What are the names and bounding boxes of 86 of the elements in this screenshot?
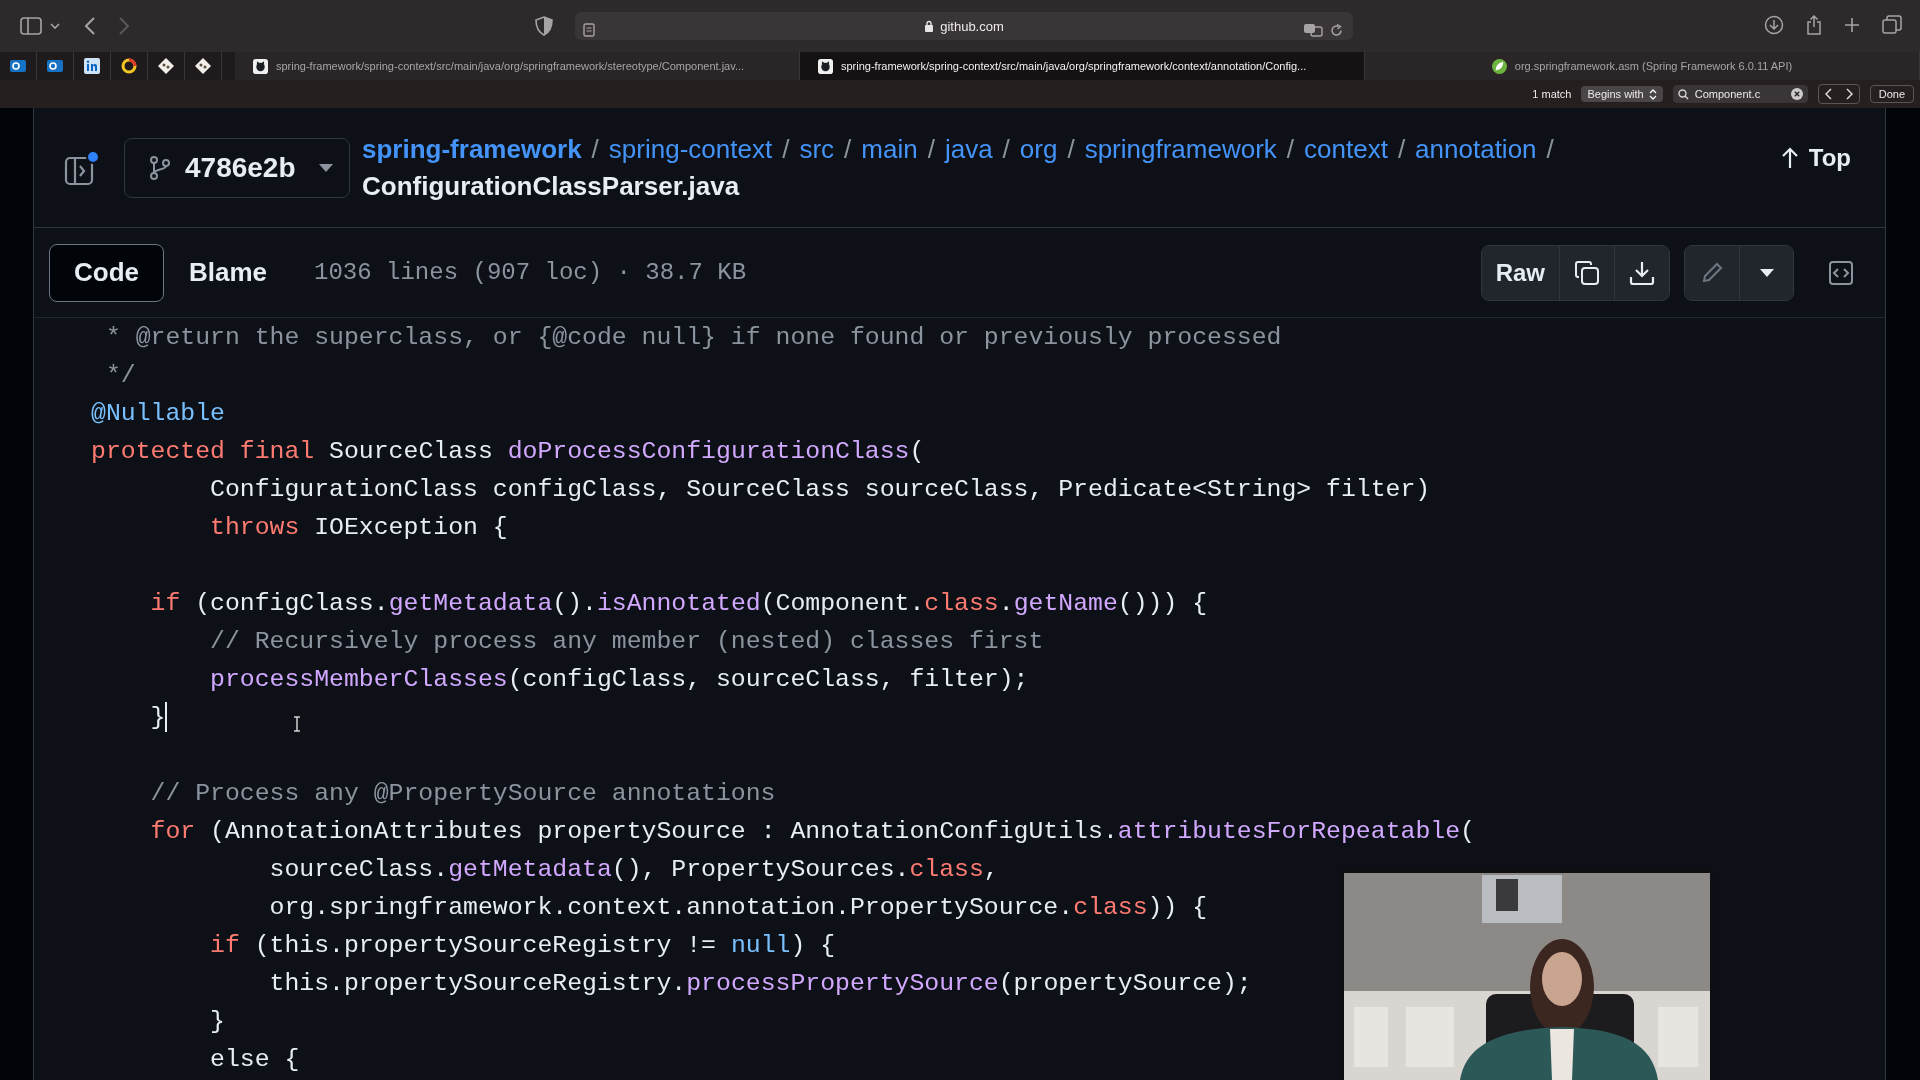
code-line: * @return the superclass, or {@code null} if none found or previously processed — [104, 322, 1282, 353]
match-count: 1 match — [1532, 88, 1572, 100]
code-line: this.propertySourceRegistry.processPropertySource(propertySource); — [268, 968, 1252, 999]
browser-tab[interactable]: org.springframework.asm (Spring Framework 6.0.11 API) — [1365, 52, 1920, 80]
code-line: throws IOException { — [209, 512, 508, 543]
diamond-app-icon[interactable] — [158, 58, 174, 74]
breadcrumb-link[interactable]: annotation — [1415, 133, 1537, 165]
caret-icon — [1759, 268, 1774, 277]
file-info: 1036 lines (907 loc) · 38.7 KB — [314, 259, 748, 286]
download-button[interactable] — [1614, 245, 1669, 300]
address-text: github.com — [940, 18, 1004, 34]
arrow-up-icon — [1780, 147, 1799, 169]
reload-icon[interactable] — [1330, 24, 1343, 37]
path-separator: / — [782, 133, 790, 165]
path-separator: / — [1397, 133, 1406, 165]
view-tab[interactable]: Blame — [164, 243, 293, 302]
code-line: else { — [209, 1044, 300, 1075]
match-mode-dropdown[interactable]: Begins with — [1581, 86, 1663, 102]
browser-tab[interactable]: spring-framework/spring-context/src/main/java/org/springframework/context/annotation/Config... — [800, 52, 1365, 80]
plus-icon[interactable] — [1844, 17, 1860, 33]
breadcrumb-link[interactable]: org — [1019, 133, 1058, 165]
leaf-logo-icon — [1491, 58, 1507, 74]
copy-icon — [1574, 259, 1600, 286]
path-separator: / — [591, 133, 599, 165]
sidebar-toggle-icon[interactable] — [64, 149, 100, 186]
back-icon[interactable] — [84, 17, 96, 35]
tabs-overview-icon[interactable] — [1882, 15, 1902, 35]
download-icon[interactable] — [1764, 15, 1784, 35]
up-down-arrows-icon — [1648, 88, 1657, 100]
file-name: ConfigurationClassParser.java — [362, 170, 740, 202]
diamond-app-icon[interactable] — [195, 58, 211, 74]
code-line: } — [149, 702, 166, 733]
clear-icon[interactable] — [1790, 88, 1803, 100]
share-icon[interactable] — [1806, 15, 1822, 35]
path-separator: / — [1002, 133, 1010, 165]
search-icon — [1677, 88, 1689, 100]
code-icon — [1828, 259, 1854, 286]
path-separator: / — [1286, 133, 1295, 165]
sidebar-icon[interactable] — [20, 17, 42, 35]
path-separator: / — [844, 133, 852, 165]
path-separator: / — [927, 133, 935, 165]
cat-logo-icon — [818, 58, 833, 74]
mail-app-icon[interactable] — [47, 58, 63, 74]
breadcrumb-link[interactable]: context — [1304, 133, 1388, 165]
translate-icon[interactable] — [1303, 23, 1323, 37]
code-line: processMemberClasses(configClass, sourceClass, filter); — [209, 664, 1029, 695]
code-line: // Recursively process any member (nested) classes first — [209, 626, 1044, 657]
breadcrumb-link[interactable]: java — [944, 133, 993, 165]
mail-app-icon[interactable] — [10, 58, 26, 74]
chevron-down-icon[interactable] — [50, 22, 60, 30]
code-line: for (AnnotationAttributes propertySource : AnnotationConfigUtils.attributesForRepeatable( — [149, 816, 1475, 847]
code-line: // Process any @PropertySource annotations — [149, 778, 776, 809]
done-button[interactable]: Done — [1869, 85, 1914, 103]
caret-icon — [319, 163, 333, 172]
download-icon — [1629, 259, 1655, 286]
code-line: protected final SourceClass doProcessConfigurationClass( — [91, 436, 925, 467]
lock-icon — [924, 20, 935, 32]
shield-icon[interactable] — [535, 16, 553, 36]
breadcrumb-link[interactable]: src — [799, 133, 835, 165]
code-line: */ — [104, 360, 136, 391]
address-bar[interactable]: github.com — [575, 12, 1353, 40]
view-tab[interactable]: Code — [49, 243, 164, 302]
text-cursor-icon — [293, 716, 301, 732]
breadcrumb-link[interactable]: spring-context — [608, 133, 773, 165]
pencil-icon — [1700, 260, 1724, 285]
browser-tab[interactable]: spring-framework/spring-context/src/main/java/org/springframework/stereotype/Component.jav... — [235, 52, 800, 80]
path-separator: / — [1067, 133, 1075, 165]
branch-icon — [149, 154, 171, 181]
path-separator: / — [1546, 133, 1554, 165]
network-app-icon[interactable] — [84, 58, 100, 74]
code-line: org.springframework.context.annotation.PropertySource.class)) { — [268, 892, 1208, 923]
breadcrumb-link[interactable]: spring-framework — [362, 133, 582, 165]
breadcrumb-link[interactable]: main — [861, 133, 918, 165]
page-icon — [583, 23, 595, 37]
ring-app-icon[interactable] — [121, 58, 137, 74]
code-line: @Nullable — [91, 398, 225, 429]
code-line: sourceClass.getMetadata(), PropertySources.class, — [268, 854, 999, 885]
branch-selector[interactable]: 4786e2b — [124, 137, 350, 198]
code-line: if (configClass.getMetadata().isAnnotated(Component.class.getName())) { — [149, 588, 1208, 619]
find-field[interactable]: Component.c — [1672, 85, 1808, 103]
code-line: if (this.propertySourceRegistry != null) { — [209, 930, 836, 961]
breadcrumb-link[interactable]: springframework — [1084, 133, 1277, 165]
top-link[interactable]: Top — [1780, 144, 1851, 172]
cat-logo-icon — [253, 58, 268, 74]
code-line: } — [209, 1006, 225, 1037]
code-line: ConfigurationClass configClass, SourceClass sourceClass, Predicate<String> filter) — [209, 474, 1431, 505]
